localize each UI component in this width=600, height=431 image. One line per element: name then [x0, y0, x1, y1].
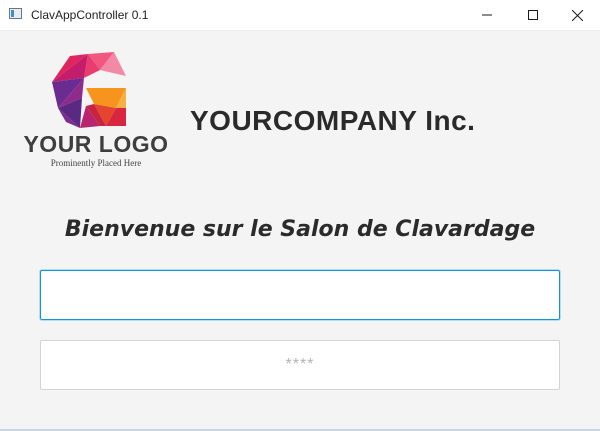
maximize-button[interactable]: [510, 0, 556, 30]
logo-text: YOUR LOGO: [23, 131, 169, 157]
app-icon: [9, 8, 22, 19]
maximize-icon: [528, 10, 538, 20]
company-logo: YOUR LOGO Prominently Placed Here: [20, 52, 170, 172]
window-title: ClavAppController 0.1: [31, 8, 149, 22]
company-name: YOURCOMPANY Inc.: [190, 105, 476, 136]
app-window: ClavAppController 0.1 YOUR LOGO Prominen…: [0, 0, 600, 431]
minimize-button[interactable]: [464, 0, 510, 30]
minimize-icon: [482, 14, 492, 16]
close-icon: [571, 9, 583, 21]
close-button[interactable]: [554, 0, 600, 30]
title-bar[interactable]: ClavAppController 0.1: [0, 0, 600, 31]
logo-tagline: Prominently Placed Here: [50, 158, 142, 168]
logo-symbol-icon: [52, 52, 126, 128]
welcome-heading: Bienvenue sur le Salon de Clavardage: [64, 217, 536, 242]
password-input[interactable]: [40, 340, 560, 390]
username-input[interactable]: [40, 270, 560, 320]
